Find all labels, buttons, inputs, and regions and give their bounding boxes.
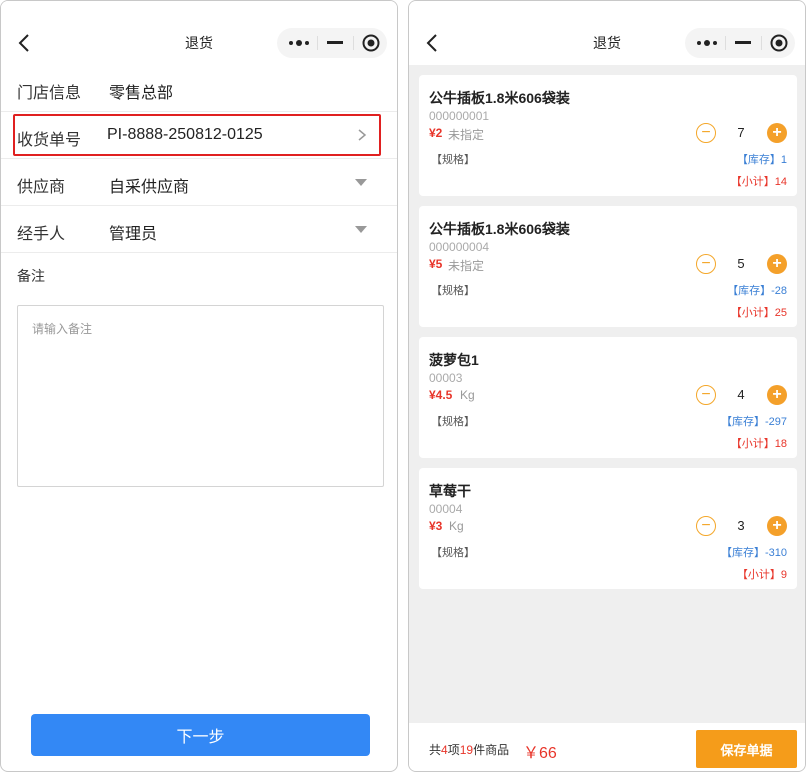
subtotal-value: 18 bbox=[774, 438, 787, 450]
target-circle-icon[interactable] bbox=[761, 28, 797, 58]
stock-label: 【库存】 bbox=[720, 416, 765, 428]
mini-program-capsule bbox=[685, 28, 795, 58]
summary-mid: 项 bbox=[447, 743, 460, 757]
product-code: 00003 bbox=[429, 371, 463, 385]
stock-label: 【库存】 bbox=[720, 547, 765, 559]
decrease-quantity-button[interactable]: − bbox=[696, 385, 716, 405]
stock-value: -310 bbox=[764, 547, 787, 559]
summary-suffix: 件商品 bbox=[473, 743, 510, 757]
total-amount: ￥66 bbox=[523, 745, 557, 762]
product-name: 公牛插板1.8米606袋装 bbox=[429, 221, 570, 237]
subtotal-info: 【小计】25 bbox=[731, 304, 787, 320]
product-price: ¥3 bbox=[429, 519, 443, 533]
stock-info: 【库存】-297 bbox=[721, 413, 787, 429]
increase-quantity-button[interactable]: + bbox=[767, 254, 787, 274]
subtotal-value: 14 bbox=[774, 176, 787, 188]
product-unit: Kg bbox=[460, 388, 475, 402]
product-card: 菠萝包1 00003 ¥4.5 Kg 【规格】 − 4 + 【库存】-297 【… bbox=[419, 337, 797, 458]
product-spec: 【规格】 bbox=[431, 285, 475, 297]
decrease-quantity-button[interactable]: − bbox=[696, 516, 716, 536]
product-code: 000000001 bbox=[429, 109, 490, 123]
supplier-row[interactable]: 供应商 自采供应商 bbox=[1, 159, 397, 206]
mini-program-capsule bbox=[277, 28, 387, 58]
product-name: 菠萝包1 bbox=[429, 352, 479, 368]
product-code: 000000004 bbox=[429, 240, 490, 254]
bottom-summary-bar: 共4项19件商品 ￥66 保存单据 bbox=[409, 723, 805, 771]
increase-quantity-button[interactable]: + bbox=[767, 123, 787, 143]
stock-value: -28 bbox=[771, 285, 787, 297]
receipt-number-row[interactable]: 收货单号 PI-8888-250812-0125 bbox=[1, 112, 397, 159]
quantity-value[interactable]: 4 bbox=[729, 387, 753, 402]
chevron-right-icon[interactable] bbox=[357, 128, 367, 142]
save-document-button[interactable]: 保存单据 bbox=[696, 730, 797, 768]
increase-quantity-button[interactable]: + bbox=[767, 516, 787, 536]
product-unit: 未指定 bbox=[448, 128, 485, 142]
supplier-label: 供应商 bbox=[17, 179, 66, 196]
dropdown-arrow-icon[interactable] bbox=[355, 226, 367, 233]
product-price: ¥4.5 bbox=[429, 388, 453, 402]
minimize-icon[interactable] bbox=[317, 28, 353, 58]
quantity-value[interactable]: 5 bbox=[729, 256, 753, 271]
form-screen: 退货 门店信息 零售总部 收货单号 PI-8888-250812-0125 供应… bbox=[0, 0, 398, 772]
store-info-label: 门店信息 bbox=[17, 85, 82, 102]
subtotal-value: 25 bbox=[774, 307, 787, 319]
next-step-button[interactable]: 下一步 bbox=[31, 714, 370, 756]
remark-input[interactable] bbox=[17, 305, 384, 487]
nav-bar: 退货 bbox=[409, 1, 805, 65]
store-info-value: 零售总部 bbox=[109, 85, 174, 102]
product-unit: 未指定 bbox=[448, 259, 485, 273]
product-code: 00004 bbox=[429, 502, 463, 516]
product-unit: Kg bbox=[449, 519, 464, 533]
subtotal-label: 【小计】 bbox=[730, 438, 775, 450]
subtotal-info: 【小计】14 bbox=[731, 173, 787, 189]
product-name: 草莓干 bbox=[429, 483, 471, 499]
supplier-value: 自采供应商 bbox=[109, 179, 190, 196]
summary-piece-count: 19 bbox=[459, 743, 474, 757]
target-circle-icon[interactable] bbox=[353, 28, 389, 58]
stock-info: 【库存】-28 bbox=[727, 282, 787, 298]
product-list-screen: 退货 公牛插板1.8米606袋装 000000001 ¥2 未指定 【规格】 −… bbox=[408, 0, 806, 772]
product-price: ¥5 bbox=[429, 257, 443, 271]
receipt-number-value: PI-8888-250812-0125 bbox=[107, 126, 263, 143]
product-card: 公牛插板1.8米606袋装 000000001 ¥2 未指定 【规格】 − 7 … bbox=[419, 75, 797, 196]
subtotal-info: 【小计】9 bbox=[737, 566, 787, 582]
handler-label: 经手人 bbox=[17, 226, 66, 243]
store-info-row: 门店信息 零售总部 bbox=[1, 65, 397, 112]
decrease-quantity-button[interactable]: − bbox=[696, 123, 716, 143]
product-card: 公牛插板1.8米606袋装 000000004 ¥5 未指定 【规格】 − 5 … bbox=[419, 206, 797, 327]
summary-item-count: 4 bbox=[441, 743, 448, 757]
quantity-value[interactable]: 7 bbox=[729, 125, 753, 140]
increase-quantity-button[interactable]: + bbox=[767, 385, 787, 405]
decrease-quantity-button[interactable]: − bbox=[696, 254, 716, 274]
stock-info: 【库存】-310 bbox=[721, 544, 787, 560]
product-spec: 【规格】 bbox=[431, 416, 475, 428]
product-price: ¥2 bbox=[429, 126, 443, 140]
receipt-number-label: 收货单号 bbox=[17, 132, 82, 149]
dropdown-arrow-icon[interactable] bbox=[355, 179, 367, 186]
subtotal-info: 【小计】18 bbox=[731, 435, 787, 451]
quantity-value[interactable]: 3 bbox=[729, 518, 753, 533]
subtotal-label: 【小计】 bbox=[730, 176, 775, 188]
summary-prefix: 共 bbox=[429, 743, 442, 757]
stock-label: 【库存】 bbox=[727, 285, 772, 297]
product-card: 草莓干 00004 ¥3 Kg 【规格】 − 3 + 【库存】-310 【小计】… bbox=[419, 468, 797, 589]
subtotal-label: 【小计】 bbox=[730, 307, 775, 319]
stock-label: 【库存】 bbox=[736, 154, 781, 166]
remark-label: 备注 bbox=[17, 268, 45, 284]
stock-value: 1 bbox=[780, 154, 787, 166]
subtotal-value: 9 bbox=[780, 569, 787, 581]
subtotal-label: 【小计】 bbox=[736, 569, 781, 581]
item-count-summary: 共4项19件商品 bbox=[429, 741, 509, 758]
stock-info: 【库存】1 bbox=[737, 151, 787, 167]
product-spec: 【规格】 bbox=[431, 154, 475, 166]
stock-value: -297 bbox=[764, 416, 787, 428]
nav-bar: 退货 bbox=[1, 1, 397, 65]
handler-row[interactable]: 经手人 管理员 bbox=[1, 206, 397, 253]
more-dots-icon[interactable] bbox=[689, 28, 725, 58]
product-name: 公牛插板1.8米606袋装 bbox=[429, 90, 570, 106]
product-spec: 【规格】 bbox=[431, 547, 475, 559]
more-dots-icon[interactable] bbox=[281, 28, 317, 58]
handler-value: 管理员 bbox=[109, 226, 158, 243]
minimize-icon[interactable] bbox=[725, 28, 761, 58]
